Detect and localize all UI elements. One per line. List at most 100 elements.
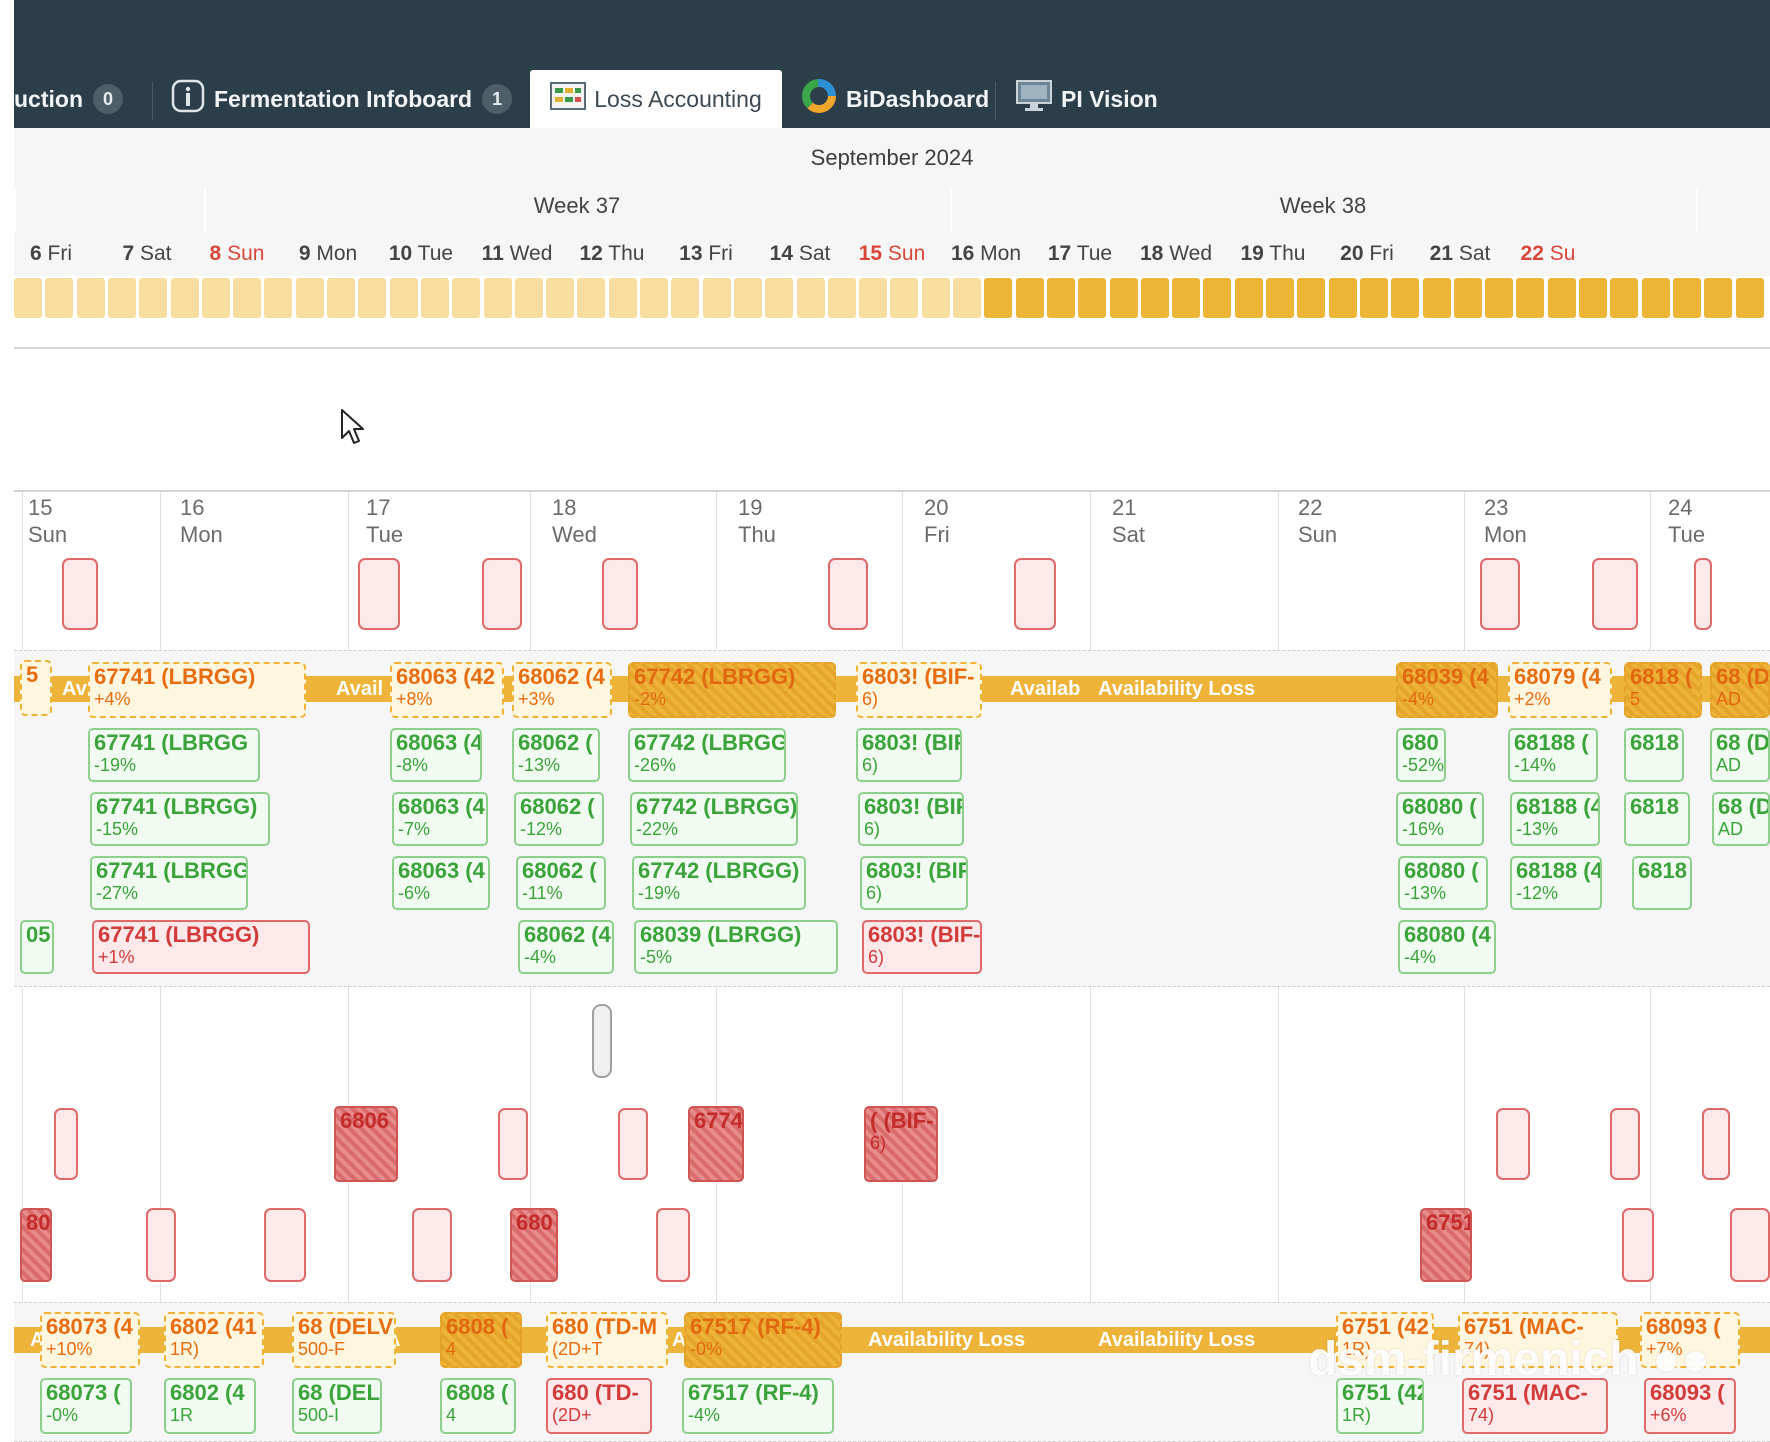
shift-slot[interactable] bbox=[202, 278, 230, 318]
shift-marker[interactable] bbox=[54, 1108, 78, 1180]
order-block[interactable]: 67742 (LBRGG) -22% bbox=[630, 792, 798, 846]
shift-marker[interactable] bbox=[146, 1208, 176, 1282]
order-block[interactable]: 680 -52% bbox=[1396, 728, 1446, 782]
shift-marker[interactable] bbox=[1610, 1108, 1640, 1180]
shift-slot[interactable] bbox=[1736, 278, 1764, 318]
day-header-cell[interactable]: 17 Tue bbox=[1035, 232, 1125, 276]
shift-slot[interactable] bbox=[452, 278, 480, 318]
shift-marker[interactable] bbox=[498, 1108, 528, 1180]
shift-slot[interactable] bbox=[390, 278, 418, 318]
order-block[interactable]: 68080 (4 -4% bbox=[1398, 920, 1496, 974]
order-block[interactable]: 6803! (BIF 6) bbox=[856, 728, 962, 782]
shift-slot[interactable] bbox=[1360, 278, 1388, 318]
shift-slot[interactable] bbox=[797, 278, 825, 318]
order-block[interactable]: 6818 bbox=[1624, 792, 1690, 846]
day-header-cell[interactable]: 22 Su bbox=[1508, 232, 1588, 276]
shift-slot[interactable] bbox=[1642, 278, 1670, 318]
shift-slot[interactable] bbox=[671, 278, 699, 318]
day-header-cell[interactable]: 14 Sat bbox=[754, 232, 846, 276]
shift-marker[interactable] bbox=[1730, 1208, 1770, 1282]
shift-marker[interactable] bbox=[482, 558, 522, 630]
shift-marker[interactable] bbox=[828, 558, 868, 630]
order-block[interactable]: 6808 (4 bbox=[440, 1312, 522, 1368]
shift-slot[interactable] bbox=[859, 278, 887, 318]
shift-slot[interactable] bbox=[233, 278, 261, 318]
order-block[interactable]: 67517 (RF-4) -4% bbox=[682, 1378, 834, 1434]
order-block[interactable]: 5 bbox=[20, 660, 52, 716]
order-block[interactable]: 6808 (4 bbox=[440, 1378, 516, 1434]
day-header-cell[interactable]: 18 Wed bbox=[1128, 232, 1224, 276]
order-block[interactable]: 68 (D AD bbox=[1710, 662, 1770, 718]
day-header-cell[interactable]: 9 Mon bbox=[282, 232, 374, 276]
order-block[interactable]: 67742 (LBRGG) -19% bbox=[632, 856, 806, 910]
shift-slot[interactable] bbox=[139, 278, 167, 318]
order-block[interactable]: 80 bbox=[20, 1208, 52, 1282]
order-block[interactable]: 68073 (4 +10% bbox=[40, 1312, 140, 1368]
order-block[interactable]: 6774 bbox=[688, 1106, 744, 1182]
order-block[interactable]: 68080 (-16% bbox=[1396, 792, 1484, 846]
day-header-cell[interactable]: 19 Thu bbox=[1226, 232, 1320, 276]
shift-slot[interactable] bbox=[1047, 278, 1075, 318]
idle-marker[interactable] bbox=[592, 1004, 612, 1078]
order-block[interactable]: 6806 bbox=[334, 1106, 398, 1182]
shift-slot[interactable] bbox=[77, 278, 105, 318]
shift-slot[interactable] bbox=[1172, 278, 1200, 318]
shift-slot[interactable] bbox=[45, 278, 73, 318]
day-header-cell[interactable]: 12 Thu bbox=[566, 232, 658, 276]
shift-slot[interactable] bbox=[577, 278, 605, 318]
order-block[interactable]: 6803! (BIF 6) bbox=[860, 856, 968, 910]
order-block[interactable]: 68062 (4 -4% bbox=[518, 920, 614, 974]
shift-slot[interactable] bbox=[1673, 278, 1701, 318]
day-header-cell[interactable]: 15 Sun bbox=[849, 232, 935, 276]
order-block[interactable]: 68039 (LBRGG) -5% bbox=[634, 920, 838, 974]
tab-production[interactable]: uction 0 bbox=[14, 70, 123, 128]
order-block[interactable]: 6802 (4 1R bbox=[164, 1378, 256, 1434]
shift-slot[interactable] bbox=[984, 278, 1012, 318]
order-block[interactable]: 68188 (-14% bbox=[1508, 728, 1598, 782]
day-header-cell[interactable]: 20 Fri bbox=[1322, 232, 1412, 276]
day-header-cell[interactable]: 8 Sun bbox=[194, 232, 280, 276]
shift-slot[interactable] bbox=[1610, 278, 1638, 318]
shift-marker[interactable] bbox=[1622, 1208, 1654, 1282]
shift-marker[interactable] bbox=[1480, 558, 1520, 630]
shift-slot[interactable] bbox=[358, 278, 386, 318]
day-header-cell[interactable]: 10 Tue bbox=[376, 232, 466, 276]
shift-slot[interactable] bbox=[1516, 278, 1544, 318]
shift-slot[interactable] bbox=[890, 278, 918, 318]
order-block[interactable]: 68 (DELV 500-F bbox=[292, 1312, 396, 1368]
shift-marker[interactable] bbox=[264, 1208, 306, 1282]
shift-slot[interactable] bbox=[1329, 278, 1357, 318]
order-block[interactable]: 67741 (LBRGG -19% bbox=[88, 728, 260, 782]
shift-slot[interactable] bbox=[765, 278, 793, 318]
order-block[interactable]: 68062 (-13% bbox=[512, 728, 600, 782]
order-block[interactable]: 67517 (RF-4) -0% bbox=[684, 1312, 842, 1368]
shift-slot[interactable] bbox=[264, 278, 292, 318]
shift-marker[interactable] bbox=[1694, 558, 1712, 630]
shift-slot[interactable] bbox=[734, 278, 762, 318]
shift-marker[interactable] bbox=[618, 1108, 648, 1180]
shift-slot[interactable] bbox=[108, 278, 136, 318]
order-block[interactable]: 680 (TD-M (2D+T bbox=[546, 1312, 668, 1368]
order-block[interactable]: 68188 (4 -12% bbox=[1510, 856, 1602, 910]
tab-pi-vision[interactable]: PI Vision bbox=[1015, 70, 1158, 128]
shift-marker[interactable] bbox=[1496, 1108, 1530, 1180]
order-block[interactable]: 68080 (-13% bbox=[1398, 856, 1488, 910]
tab-fermentation-infoboard[interactable]: Fermentation Infoboard 1 bbox=[170, 70, 513, 128]
order-block[interactable]: 68062 (-11% bbox=[516, 856, 606, 910]
order-block[interactable]: 68062 (4 +3% bbox=[512, 662, 612, 718]
order-block[interactable]: 05 bbox=[20, 920, 54, 974]
shift-slot[interactable] bbox=[14, 278, 42, 318]
order-block[interactable]: 68039 (4 -4% bbox=[1396, 662, 1498, 718]
order-block[interactable]: 680 bbox=[510, 1208, 558, 1282]
order-block[interactable]: 68063 (4 -6% bbox=[392, 856, 490, 910]
order-block[interactable]: 6803! (BIF- 6) bbox=[856, 662, 982, 718]
order-block[interactable]: 68 (D AD bbox=[1710, 728, 1770, 782]
order-block[interactable]: 68063 (42 +8% bbox=[390, 662, 504, 718]
order-block[interactable]: 6802 (41 1R) bbox=[164, 1312, 264, 1368]
shift-slot[interactable] bbox=[953, 278, 981, 318]
shift-marker[interactable] bbox=[358, 558, 400, 630]
order-block[interactable]: 68063 (4 -7% bbox=[392, 792, 488, 846]
day-header-cell[interactable]: 13 Fri bbox=[660, 232, 752, 276]
shift-slot[interactable] bbox=[546, 278, 574, 318]
order-block[interactable]: 6818 bbox=[1632, 856, 1692, 910]
